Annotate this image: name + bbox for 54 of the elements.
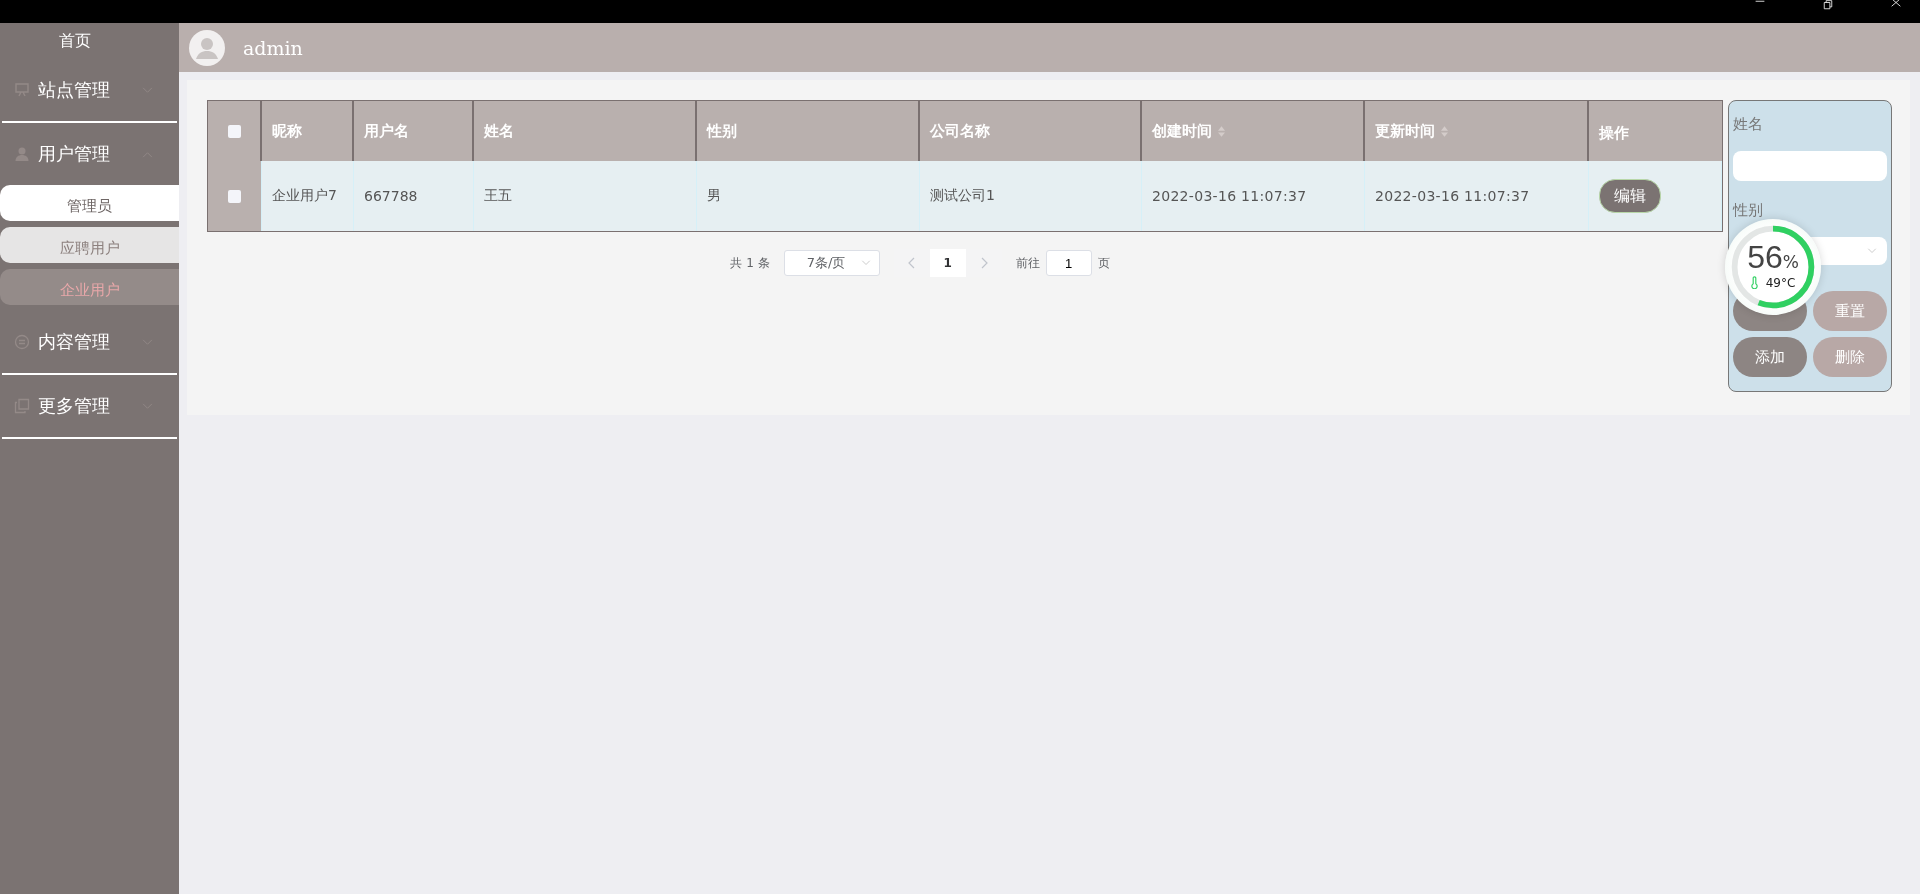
column-header: 公司名称: [920, 101, 1142, 161]
menu-group-label: 站点管理: [38, 78, 111, 102]
table-cell: 667788: [354, 161, 474, 231]
menu-group[interactable]: 用户管理: [0, 123, 179, 185]
thermometer-icon: [1750, 276, 1758, 289]
menu-group-label: 更多管理: [38, 394, 111, 418]
table-cell: 测试公司1: [920, 161, 1142, 231]
home-menu-item[interactable]: 首页: [0, 23, 179, 59]
menu-group-label: 内容管理: [38, 330, 111, 354]
table-cell: 2022-03-16 11:07:37: [1365, 161, 1589, 231]
page-suffix: 页: [1097, 254, 1110, 272]
filter-button[interactable]: 添加: [1733, 337, 1807, 377]
select-all-checkbox[interactable]: [227, 124, 241, 138]
menu-group-label: 用户管理: [38, 142, 111, 166]
usage-unit: %: [1782, 251, 1799, 272]
usage-value: 56: [1747, 238, 1783, 276]
temperature: 49°C: [1765, 275, 1796, 290]
column-header: 操作: [1589, 101, 1722, 161]
page-number[interactable]: 1: [929, 249, 966, 277]
goto-page-field[interactable]: 1: [1045, 250, 1092, 276]
avatar-icon[interactable]: [189, 29, 225, 66]
menu-group[interactable]: 站点管理: [0, 59, 179, 121]
username: admin: [243, 36, 303, 59]
table-cell: 2022-03-16 11:07:37: [1142, 161, 1365, 231]
page-size-select[interactable]: 7条/页: [783, 250, 880, 276]
menu-group[interactable]: 内容管理: [0, 311, 179, 373]
column-header: 用户名: [354, 101, 474, 161]
memory-usage-tooltip[interactable]: 56% 49°C: [1725, 219, 1821, 315]
total-count: 共 1 条: [730, 254, 770, 272]
row-checkbox[interactable]: [228, 189, 241, 203]
chat-icon: [14, 334, 30, 350]
edit-button[interactable]: 编辑: [1599, 179, 1661, 213]
column-header: 更新时间: [1365, 101, 1589, 161]
user-icon: [14, 146, 30, 162]
column-header: 性别: [697, 101, 920, 161]
chevron-icon: [860, 260, 871, 266]
table-cell: 王五: [474, 161, 697, 231]
column-header: 昵称: [262, 101, 354, 161]
table-cell: 男: [697, 161, 920, 231]
submenu-item[interactable]: 管理员: [0, 185, 179, 221]
monitor-icon: [14, 82, 30, 98]
menu-group[interactable]: 更多管理: [0, 375, 179, 437]
chevron-icon: [1867, 248, 1877, 254]
field-label: 性别: [1733, 201, 1764, 221]
name-field[interactable]: [1733, 151, 1887, 181]
table-cell: 企业用户7: [262, 161, 354, 231]
column-header: 姓名: [474, 101, 697, 161]
goto-label: 前往: [1015, 254, 1040, 272]
field-label: 姓名: [1733, 115, 1764, 135]
submenu-item[interactable]: 应聘用户: [0, 227, 179, 263]
copy-icon: [14, 398, 30, 414]
sort-icon[interactable]: [1441, 125, 1448, 137]
sort-icon[interactable]: [1218, 125, 1225, 137]
column-header: 创建时间: [1142, 101, 1365, 161]
